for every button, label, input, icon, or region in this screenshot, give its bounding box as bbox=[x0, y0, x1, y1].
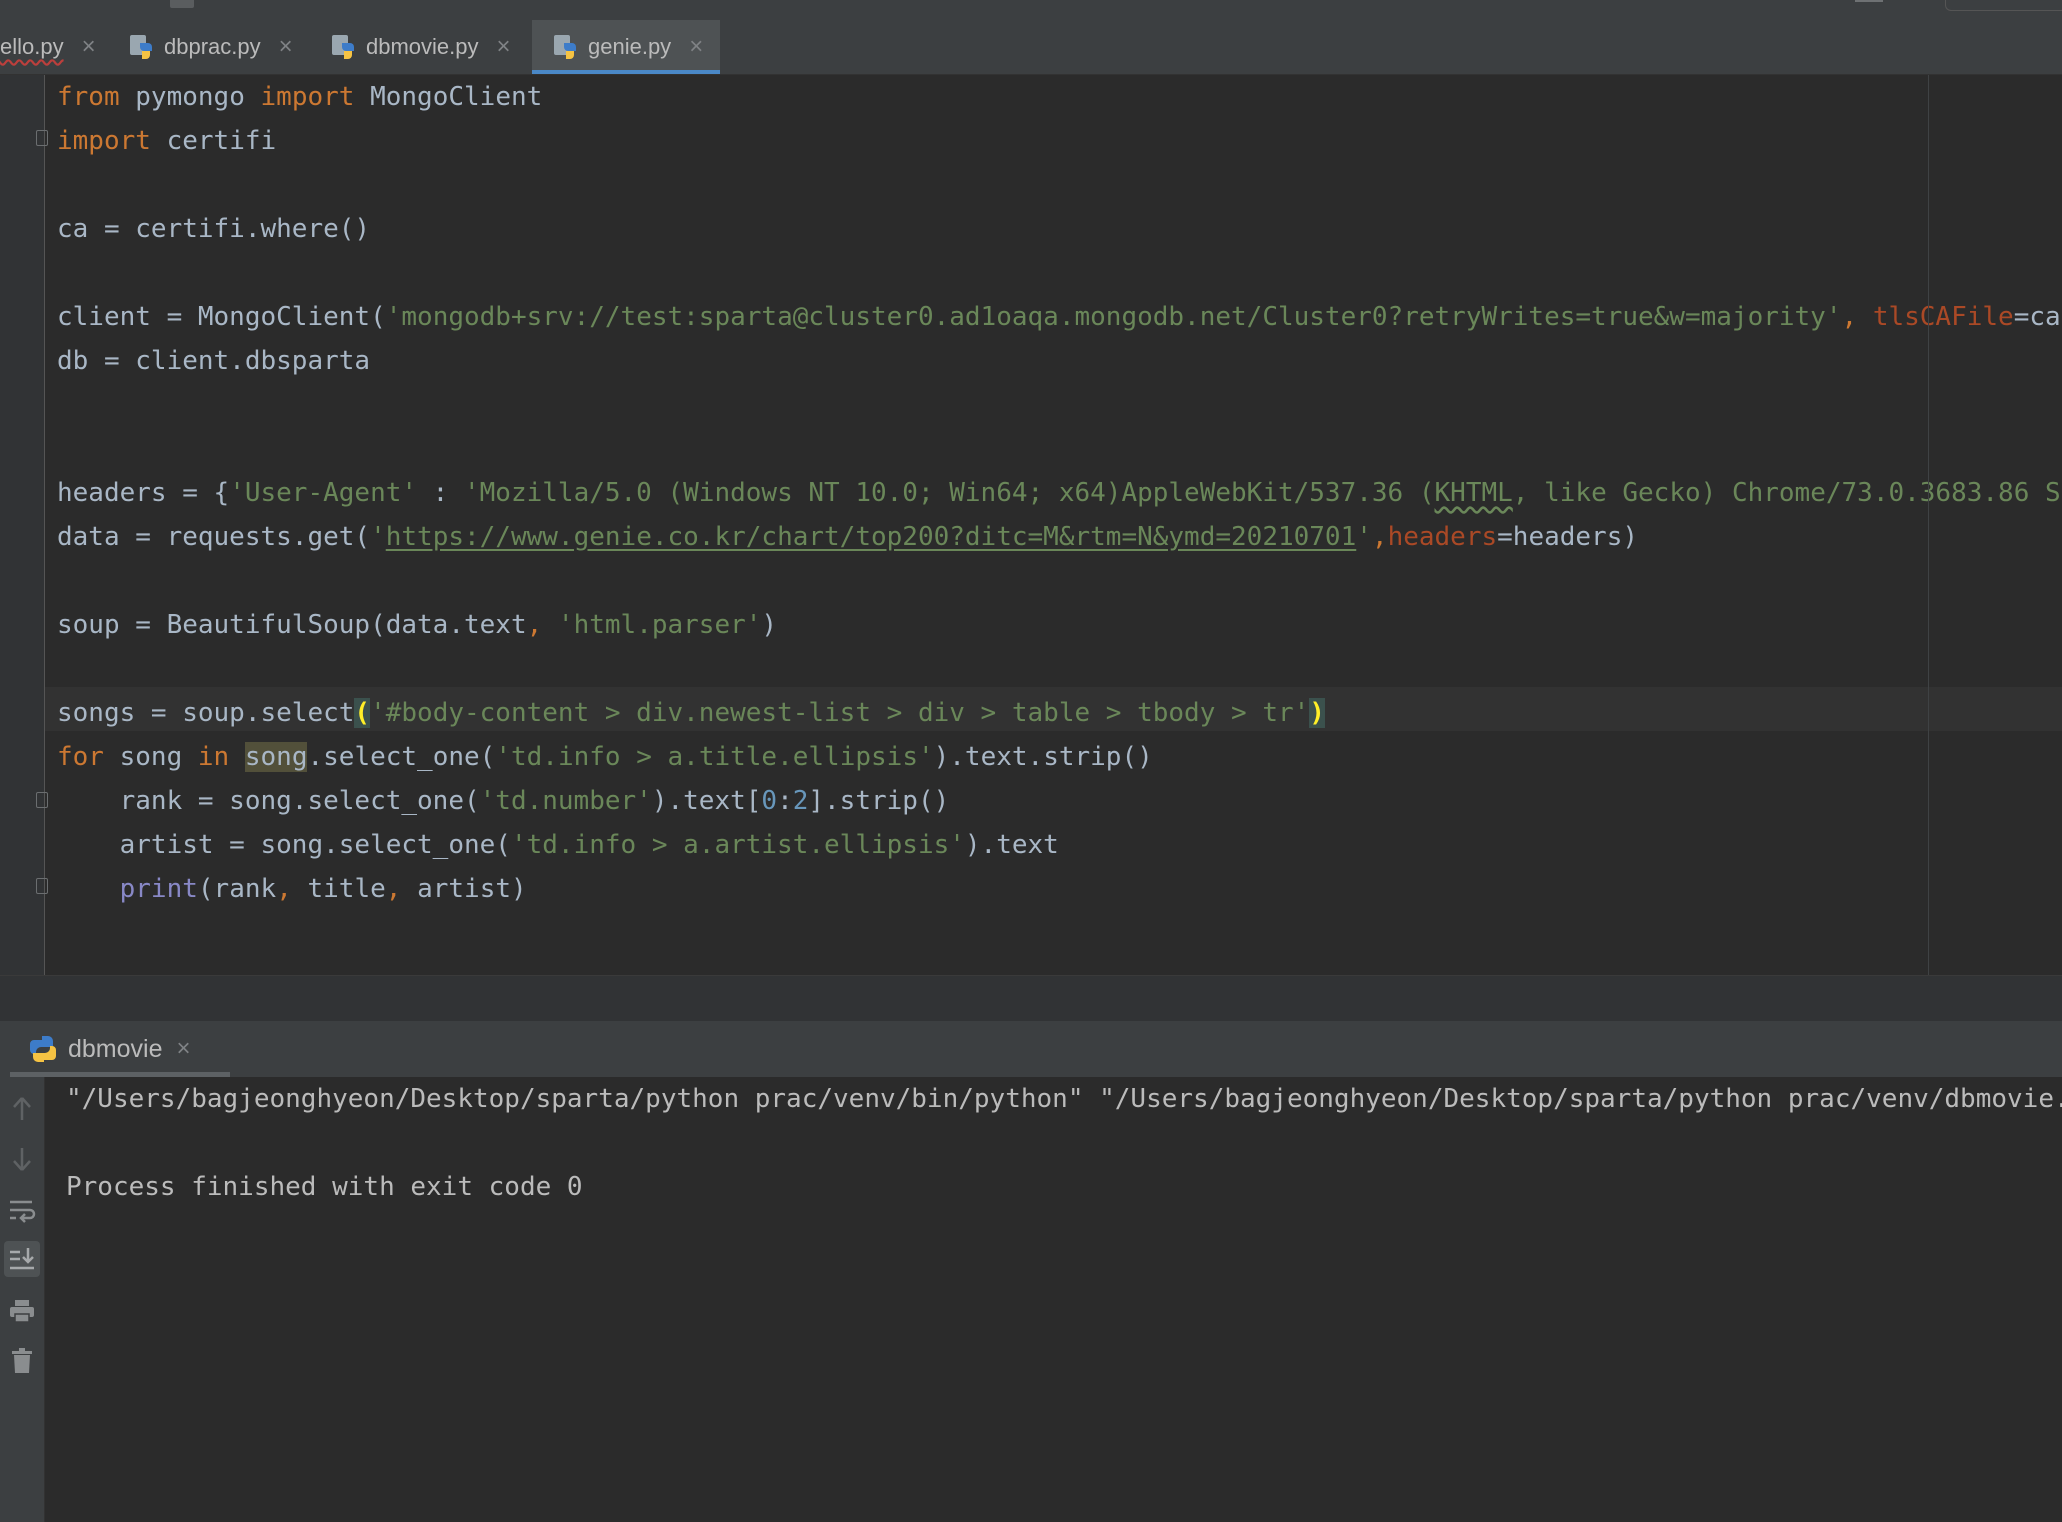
code-line: headers = {'User-Agent' : 'Mozilla/5.0 (… bbox=[57, 478, 2062, 508]
close-icon[interactable]: × bbox=[497, 33, 511, 61]
active-tab-indicator bbox=[532, 70, 720, 74]
tab-hello-py[interactable]: ello.py × bbox=[0, 20, 108, 74]
tab-label: ello.py bbox=[0, 34, 64, 59]
python-file-icon bbox=[128, 33, 156, 61]
scroll-to-end-icon[interactable] bbox=[4, 1241, 40, 1277]
run-console-output[interactable]: "/Users/bagjeonghyeon/Desktop/sparta/pyt… bbox=[45, 1077, 2062, 1522]
editor-horizontal-scrollbar[interactable] bbox=[0, 975, 2062, 1022]
breadcrumb-file-icon bbox=[170, 0, 194, 8]
code-line: import certifi bbox=[57, 126, 277, 156]
tab-dbprac-py[interactable]: dbprac.py × bbox=[128, 20, 308, 74]
tab-dbmovie-py[interactable]: dbmovie.py × bbox=[330, 20, 530, 74]
console-line: Process finished with exit code 0 bbox=[66, 1172, 583, 1202]
url-link[interactable]: https://www.genie.co.kr/chart/top200?dit… bbox=[386, 522, 1357, 552]
editor-gutter[interactable] bbox=[0, 75, 44, 975]
close-icon[interactable]: × bbox=[279, 33, 293, 61]
close-icon[interactable]: × bbox=[82, 33, 96, 61]
down-arrow-icon[interactable] bbox=[4, 1141, 40, 1177]
run-tab-label: dbmovie bbox=[68, 1034, 163, 1063]
up-arrow-icon[interactable] bbox=[4, 1091, 40, 1127]
tab-label: dbmovie.py bbox=[366, 34, 479, 59]
python-icon bbox=[28, 1034, 58, 1064]
code-line: from pymongo import MongoClient bbox=[57, 82, 543, 112]
code-line: soup = BeautifulSoup(data.text, 'html.pa… bbox=[57, 610, 778, 640]
print-icon[interactable] bbox=[4, 1293, 40, 1329]
navigation-bar bbox=[0, 0, 2062, 21]
run-toolbar bbox=[0, 1077, 45, 1522]
close-icon[interactable]: × bbox=[689, 33, 703, 61]
right-margin-guide bbox=[1928, 75, 1929, 975]
close-icon[interactable]: × bbox=[177, 1035, 191, 1063]
code-line: rank = song.select_one('td.number').text… bbox=[57, 786, 950, 816]
code-line: data = requests.get('https://www.genie.c… bbox=[57, 522, 1639, 552]
console-line: "/Users/bagjeonghyeon/Desktop/sparta/pyt… bbox=[66, 1084, 2062, 1114]
code-line: artist = song.select_one('td.info > a.ar… bbox=[57, 830, 1059, 860]
run-panel-header: dbmovie × bbox=[0, 1021, 2062, 1077]
code-line: ca = certifi.where() bbox=[57, 214, 371, 244]
code-line: print(rank, title, artist) bbox=[119, 874, 527, 904]
tab-label: genie.py bbox=[588, 34, 672, 59]
python-file-icon bbox=[330, 33, 358, 61]
toolbar-icon[interactable] bbox=[1855, 0, 1883, 2]
tab-label: dbprac.py bbox=[164, 34, 261, 59]
run-config-selector[interactable] bbox=[1945, 0, 2062, 11]
run-tab-dbmovie[interactable]: dbmovie × bbox=[12, 1021, 207, 1077]
soft-wrap-icon[interactable] bbox=[4, 1193, 40, 1229]
code-line: db = client.dbsparta bbox=[57, 346, 371, 376]
code-line: for song in song.select_one('td.info > a… bbox=[57, 742, 1153, 772]
code-line: songs = soup.select('#body-content > div… bbox=[57, 698, 1325, 728]
tab-genie-py[interactable]: genie.py × bbox=[532, 20, 720, 74]
python-file-icon bbox=[552, 33, 580, 61]
code-editor[interactable]: from pymongo import MongoClient import c… bbox=[45, 75, 2062, 975]
editor-tab-bar: ello.py × dbprac.py × dbmovie.py × genie… bbox=[0, 20, 2062, 75]
trash-icon[interactable] bbox=[4, 1343, 40, 1379]
code-line: client = MongoClient('mongodb+srv://test… bbox=[57, 302, 2062, 332]
